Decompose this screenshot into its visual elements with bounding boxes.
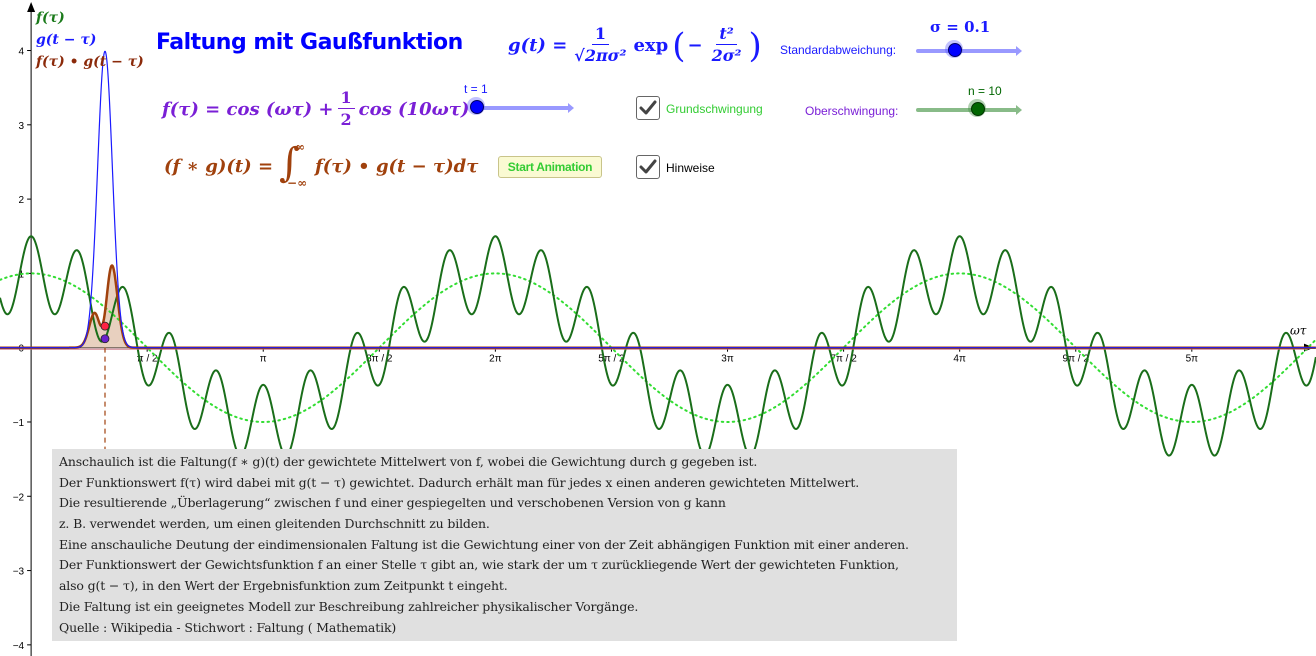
x-tick-label: 2π bbox=[489, 354, 502, 365]
t-slider-arrow bbox=[568, 103, 574, 113]
integral-lower: −∞ bbox=[287, 176, 308, 190]
formula-gauss-inner-num: t² bbox=[716, 24, 737, 45]
formula-gauss-den: √2πσ² bbox=[574, 46, 627, 65]
formula-gauss-inner-den: 2σ² bbox=[711, 46, 742, 65]
y-tick-label: −2 bbox=[13, 492, 25, 503]
n-slider-arrow bbox=[1016, 105, 1022, 115]
x-tick-label: π bbox=[260, 354, 267, 365]
y-tick-label: 4 bbox=[19, 47, 25, 58]
note-line: Die Faltung ist ein geeignetes Modell zu… bbox=[59, 598, 639, 614]
formula-f-fraction: 1 2 bbox=[337, 88, 355, 131]
formula-f-den: 2 bbox=[340, 110, 352, 129]
formula-gauss-inner-fraction: t² 2σ² bbox=[709, 24, 745, 67]
y-axis-arrow-icon bbox=[27, 2, 36, 12]
f-point bbox=[100, 334, 110, 344]
t-slider-knob[interactable] bbox=[470, 100, 484, 114]
formula-conv-lhs: (f ∗ g)(t) = bbox=[164, 155, 274, 177]
x-tick-label: 3π bbox=[721, 354, 734, 365]
formula-conv-rhs: f(τ) • g(t − τ)dτ bbox=[315, 155, 479, 177]
legend-g-label: g(t − τ) bbox=[36, 32, 97, 48]
note-line: Quelle : Wikipedia - Stichwort : Faltung… bbox=[59, 619, 397, 635]
hinweise-label[interactable]: Hinweise bbox=[666, 161, 715, 175]
sigma-slider-knob[interactable] bbox=[947, 43, 962, 57]
n-slider[interactable] bbox=[916, 99, 1022, 117]
note-line: Anschaulich ist die Faltung(f ∗ g)(t) de… bbox=[59, 454, 758, 469]
sigma-slider[interactable] bbox=[916, 40, 1022, 58]
product-point bbox=[100, 321, 110, 331]
sigma-caption-text: σ = 0.1 bbox=[930, 18, 991, 36]
y-tick-label: −1 bbox=[13, 418, 25, 429]
formula-f-rhs: cos (10ωτ) bbox=[358, 99, 470, 120]
note-line: Die resultierende „Überlagerung“ zwische… bbox=[59, 495, 726, 511]
legend-f-label: f(τ) bbox=[36, 10, 65, 26]
legend-g: g(t − τ) bbox=[36, 32, 96, 48]
checkmark-icon bbox=[639, 100, 657, 115]
formula-gauss-sign: − bbox=[687, 35, 703, 56]
legend-product-label: f(τ) • g(t − τ) bbox=[36, 54, 144, 70]
grundschwingung-checkbox[interactable] bbox=[636, 96, 660, 120]
note-line: Der Funktionswert f(τ) wird dabei mit g(… bbox=[59, 474, 860, 490]
formula-f-num: 1 bbox=[337, 88, 355, 109]
y-tick-label: 3 bbox=[19, 121, 25, 132]
series-product bbox=[0, 264, 1316, 349]
n-slider-caption: n = 10 bbox=[968, 84, 1002, 98]
t-slider-caption: t = 1 bbox=[464, 82, 488, 96]
grundschwingung-label[interactable]: Grundschwingung bbox=[666, 102, 763, 116]
sigma-slider-arrow bbox=[1016, 46, 1022, 56]
sigma-slider-label: Standardabweichung: bbox=[780, 43, 897, 57]
integral-upper: ∞ bbox=[295, 140, 306, 154]
checkmark-icon bbox=[639, 159, 657, 174]
note-line: also g(t − τ), in den Wert der Ergebnisf… bbox=[59, 578, 508, 594]
note-line: Eine anschauliche Deutung der eindimensi… bbox=[59, 536, 909, 552]
hinweise-text-box: Anschaulich ist die Faltung(f ∗ g)(t) de… bbox=[52, 449, 957, 641]
formula-f: f(τ) = cos (ωτ) + 1 2 cos (10ωτ) bbox=[162, 88, 469, 131]
start-animation-button[interactable]: Start Animation bbox=[498, 156, 602, 178]
formula-gauss-exp: exp bbox=[633, 35, 669, 56]
formula-gauss-fraction: 1 √2πσ² bbox=[571, 24, 629, 67]
note-line: z. B. verwendet werden, um einen gleiten… bbox=[59, 516, 490, 532]
y-tick-label: −3 bbox=[13, 567, 25, 578]
note-line: Der Funktionswert der Gewichtsfunktion f… bbox=[59, 557, 899, 573]
formula-f-lhs: f(τ) = cos (ωτ) + bbox=[162, 99, 334, 120]
x-tick-label: 7π / 2 bbox=[830, 354, 857, 365]
page-title: Faltung mit Gaußfunktion bbox=[156, 30, 463, 55]
x-tick-label: 5π bbox=[1186, 354, 1199, 365]
x-tick-label: 4π bbox=[953, 354, 966, 365]
sigma-slider-caption: σ = 0.1 bbox=[930, 18, 990, 36]
series-f bbox=[0, 235, 1316, 457]
formula-conv-integral: ∫ ∞ −∞ bbox=[277, 140, 311, 190]
formula-gauss-paren-open: ( bbox=[672, 25, 686, 66]
x-tick-label: 3π / 2 bbox=[366, 354, 393, 365]
x-axis-label: ωτ bbox=[1290, 324, 1307, 338]
formula-gauss-lhs: g(t) = bbox=[508, 35, 568, 56]
formula-gauss: g(t) = 1 √2πσ² exp ( − t² 2σ² ) bbox=[508, 24, 762, 67]
formula-convolution: (f ∗ g)(t) = ∫ ∞ −∞ f(τ) • g(t − τ)dτ bbox=[164, 140, 479, 190]
y-tick-label: 2 bbox=[19, 195, 25, 206]
formula-gauss-paren-close: ) bbox=[748, 25, 762, 66]
legend-f: f(τ) bbox=[36, 10, 65, 26]
y-tick-label: −4 bbox=[13, 641, 25, 652]
t-slider[interactable] bbox=[467, 97, 574, 115]
n-slider-label: Oberschwingung: bbox=[805, 104, 899, 118]
hinweise-checkbox[interactable] bbox=[636, 155, 660, 179]
formula-gauss-num: 1 bbox=[591, 24, 609, 45]
legend-product: f(τ) • g(t − τ) bbox=[36, 54, 144, 70]
